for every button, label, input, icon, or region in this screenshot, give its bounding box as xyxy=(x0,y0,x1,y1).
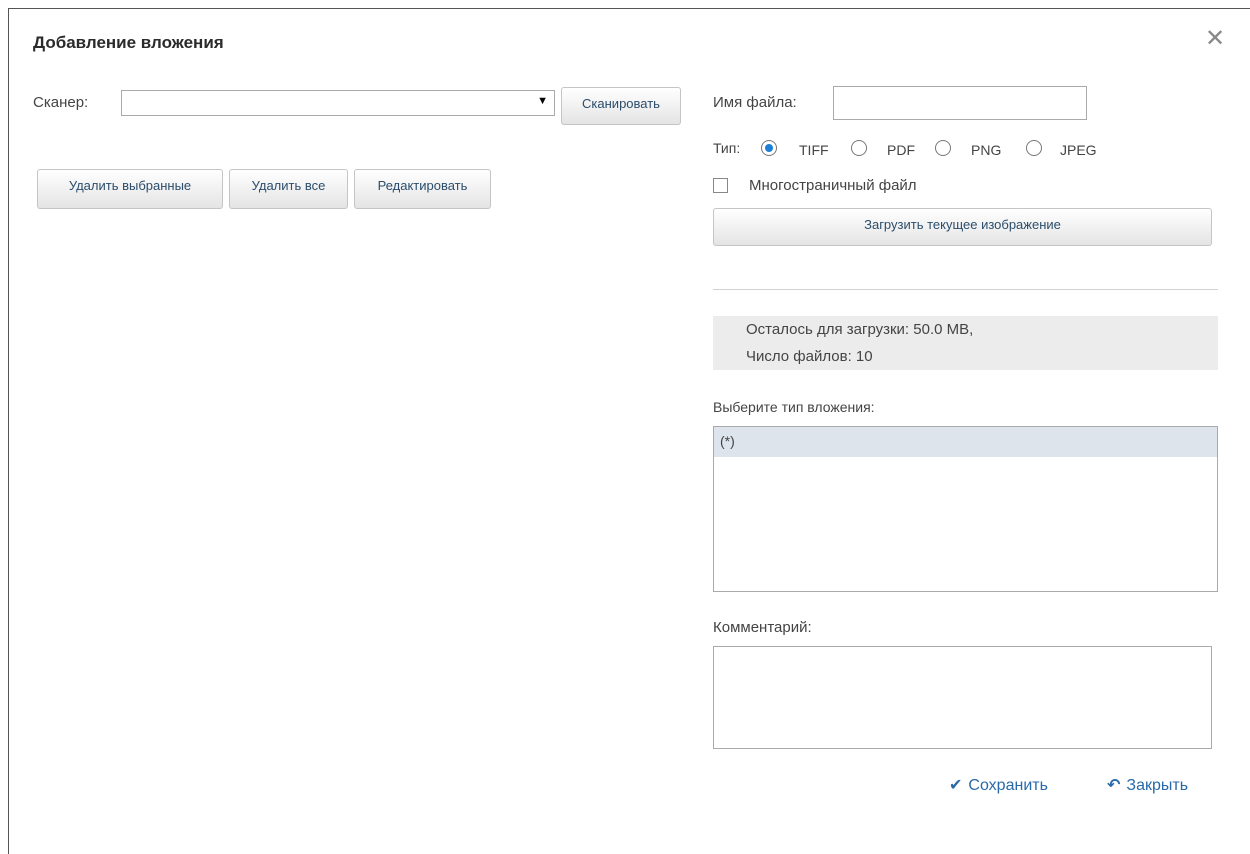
radio-pdf[interactable] xyxy=(851,140,867,156)
radio-tiff[interactable] xyxy=(761,140,777,156)
save-button[interactable]: ✔ Сохранить xyxy=(949,775,1048,795)
delete-selected-button[interactable]: Удалить выбранные xyxy=(37,169,223,209)
close-label: Закрыть xyxy=(1126,777,1189,794)
close-icon[interactable]: ✕ xyxy=(1205,27,1225,51)
checkmark-icon: ✔ xyxy=(949,777,963,794)
multipage-label: Многостраничный файл xyxy=(749,177,917,194)
radio-png-label: PNG xyxy=(971,142,1002,158)
scanner-select[interactable]: ▼ xyxy=(121,90,555,116)
dialog-title: Добавление вложения xyxy=(33,33,224,52)
comment-label: Комментарий: xyxy=(713,619,812,636)
radio-png[interactable] xyxy=(935,140,951,156)
scan-button[interactable]: Сканировать xyxy=(561,87,681,125)
radio-jpeg-label: JPEG xyxy=(1060,142,1097,158)
close-button[interactable]: ↶ Закрыть xyxy=(1107,775,1188,795)
radio-jpeg[interactable] xyxy=(1026,140,1042,156)
attachment-type-label: Выберите тип вложения: xyxy=(713,399,875,415)
file-name-input[interactable] xyxy=(833,86,1087,120)
quota-info: Осталось для загрузки: 50.0 MB, Число фа… xyxy=(713,316,1218,370)
radio-tiff-label: TIFF xyxy=(799,142,829,158)
comment-textarea[interactable] xyxy=(713,646,1212,749)
edit-button[interactable]: Редактировать xyxy=(354,169,491,209)
undo-icon: ↶ xyxy=(1107,777,1121,794)
upload-current-image-button[interactable]: Загрузить текущее изображение xyxy=(713,208,1212,246)
attachment-dialog: Добавление вложения ✕ Сканер: ▼ Сканиров… xyxy=(8,8,1250,854)
delete-all-button[interactable]: Удалить все xyxy=(229,169,348,209)
files-count: Число файлов: 10 xyxy=(746,348,873,365)
radio-pdf-label: PDF xyxy=(887,142,915,158)
attachment-type-list[interactable]: (*) xyxy=(713,426,1218,592)
remaining-quota: Осталось для загрузки: 50.0 MB, xyxy=(746,321,974,338)
scanner-label: Сканер: xyxy=(33,94,89,111)
file-name-label: Имя файла: xyxy=(713,94,797,111)
divider xyxy=(713,289,1218,290)
save-label: Сохранить xyxy=(968,777,1048,794)
list-item[interactable]: (*) xyxy=(714,427,1217,457)
list-item-label: (*) xyxy=(720,433,735,449)
multipage-checkbox[interactable] xyxy=(713,178,728,193)
type-label: Тип: xyxy=(713,140,741,156)
dropdown-arrow-icon[interactable]: ▼ xyxy=(537,95,548,107)
